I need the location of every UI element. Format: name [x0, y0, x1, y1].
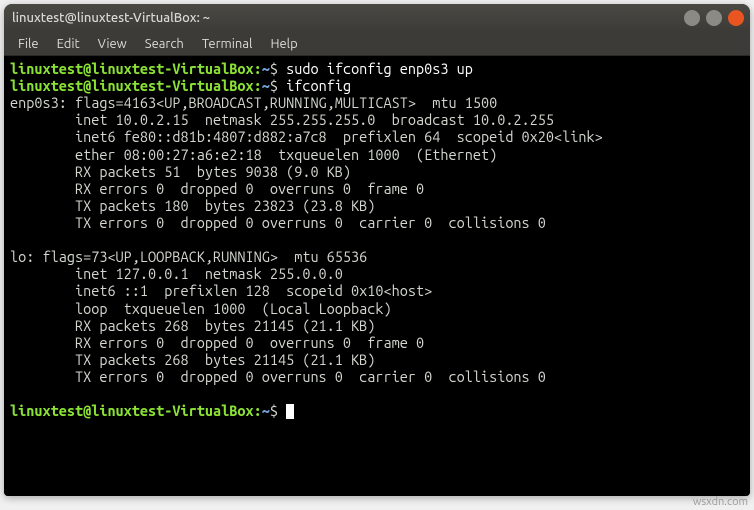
cursor	[286, 404, 294, 419]
output-line: inet6 fe80::d81b:4807:d882:a7c8 prefixle…	[10, 128, 603, 145]
close-button[interactable]	[728, 10, 744, 26]
menu-terminal[interactable]: Terminal	[194, 35, 261, 53]
prompt-user-host: linuxtest@linuxtest-VirtualBox	[10, 77, 254, 94]
menubar: File Edit View Search Terminal Help	[4, 32, 750, 56]
output-line: TX packets 268 bytes 21145 (21.1 KB)	[10, 351, 375, 368]
menu-edit[interactable]: Edit	[49, 35, 88, 53]
output-line: lo: flags=73<UP,LOOPBACK,RUNNING> mtu 65…	[10, 248, 367, 265]
prompt-symbol: $	[270, 77, 278, 94]
output-line: RX errors 0 dropped 0 overruns 0 frame 0	[10, 180, 424, 197]
prompt-user-host: linuxtest@linuxtest-VirtualBox	[10, 60, 254, 77]
command-3	[278, 402, 286, 419]
output-line: RX packets 268 bytes 21145 (21.1 KB)	[10, 317, 375, 334]
titlebar[interactable]: linuxtest@linuxtest-VirtualBox: ~	[4, 4, 750, 32]
prompt-path: ~	[262, 60, 270, 77]
watermark: wsxdn.com	[693, 496, 748, 508]
minimize-button[interactable]	[684, 10, 700, 26]
menu-file[interactable]: File	[10, 35, 47, 53]
output-line: TX errors 0 dropped 0 overruns 0 carrier…	[10, 368, 546, 385]
output-line: inet 10.0.2.15 netmask 255.255.255.0 bro…	[10, 111, 554, 128]
output-line: enp0s3: flags=4163<UP,BROADCAST,RUNNING,…	[10, 94, 497, 111]
prompt-symbol: $	[270, 402, 278, 419]
output-line: TX packets 180 bytes 23823 (23.8 KB)	[10, 197, 375, 214]
prompt-user-host: linuxtest@linuxtest-VirtualBox	[10, 402, 254, 419]
output-line: RX packets 51 bytes 9038 (9.0 KB)	[10, 163, 351, 180]
output-line: RX errors 0 dropped 0 overruns 0 frame 0	[10, 334, 424, 351]
window-controls	[684, 10, 744, 26]
output-line: TX errors 0 dropped 0 overruns 0 carrier…	[10, 214, 546, 231]
prompt-symbol: $	[270, 60, 278, 77]
output-line: inet6 ::1 prefixlen 128 scopeid 0x10<hos…	[10, 282, 432, 299]
prompt-colon: :	[254, 77, 262, 94]
menu-search[interactable]: Search	[137, 35, 192, 53]
prompt-path: ~	[262, 77, 270, 94]
maximize-button[interactable]	[706, 10, 722, 26]
prompt-path: ~	[262, 402, 270, 419]
prompt-colon: :	[254, 60, 262, 77]
menu-help[interactable]: Help	[262, 35, 305, 53]
terminal-window: linuxtest@linuxtest-VirtualBox: ~ File E…	[4, 4, 750, 496]
command-1: sudo ifconfig enp0s3 up	[278, 60, 473, 77]
window-title: linuxtest@linuxtest-VirtualBox: ~	[12, 11, 210, 25]
terminal-content[interactable]: linuxtest@linuxtest-VirtualBox:~$ sudo i…	[4, 56, 750, 496]
menu-view[interactable]: View	[90, 35, 135, 53]
output-line: loop txqueuelen 1000 (Local Loopback)	[10, 300, 392, 317]
output-line: ether 08:00:27:a6:e2:18 txqueuelen 1000 …	[10, 146, 497, 163]
prompt-colon: :	[254, 402, 262, 419]
output-line: inet 127.0.0.1 netmask 255.0.0.0	[10, 265, 343, 282]
command-2: ifconfig	[278, 77, 351, 94]
